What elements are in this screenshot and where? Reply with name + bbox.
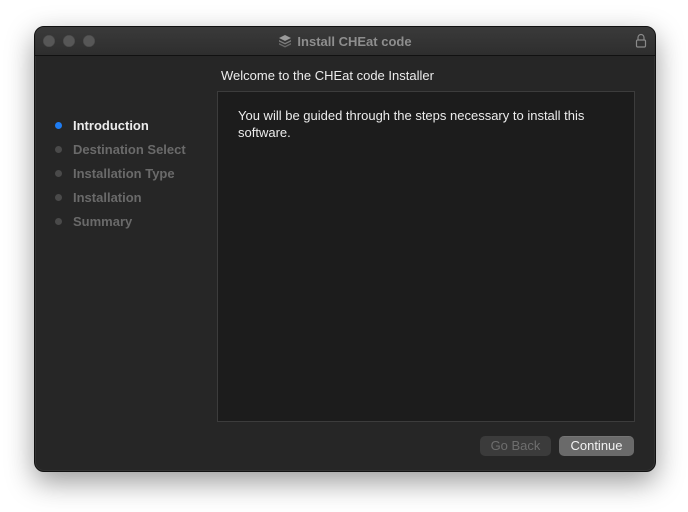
installer-steps-list: Introduction Destination Select Installa… [55, 113, 225, 233]
lock-icon [635, 33, 647, 48]
installer-window: Install CHEat code Introduction Destinat… [34, 26, 656, 472]
package-icon [279, 35, 292, 48]
step-label: Installation Type [73, 165, 175, 181]
step-label: Installation [73, 189, 142, 205]
step-label: Destination Select [73, 141, 186, 157]
content-pane[interactable]: You will be guided through the steps nec… [217, 91, 635, 422]
step-introduction: Introduction [55, 113, 225, 137]
step-summary: Summary [55, 209, 225, 233]
step-installation: Installation [55, 185, 225, 209]
step-dot-icon [55, 145, 62, 153]
window-title-group: Install CHEat code [35, 27, 655, 55]
step-label: Introduction [73, 117, 149, 133]
go-back-button[interactable]: Go Back [480, 436, 551, 456]
title-bar[interactable]: Install CHEat code [35, 27, 655, 56]
step-dot-icon [55, 169, 62, 177]
step-label: Summary [73, 213, 133, 229]
continue-button[interactable]: Continue [559, 436, 634, 456]
step-installation-type: Installation Type [55, 161, 225, 185]
active-step-dot-icon [55, 121, 62, 129]
page-heading: Welcome to the CHEat code Installer [221, 68, 434, 83]
window-title: Install CHEat code [297, 33, 412, 49]
step-destination-select: Destination Select [55, 137, 225, 161]
intro-text: You will be guided through the steps nec… [238, 108, 585, 140]
step-dot-icon [55, 193, 62, 201]
step-dot-icon [55, 217, 62, 225]
